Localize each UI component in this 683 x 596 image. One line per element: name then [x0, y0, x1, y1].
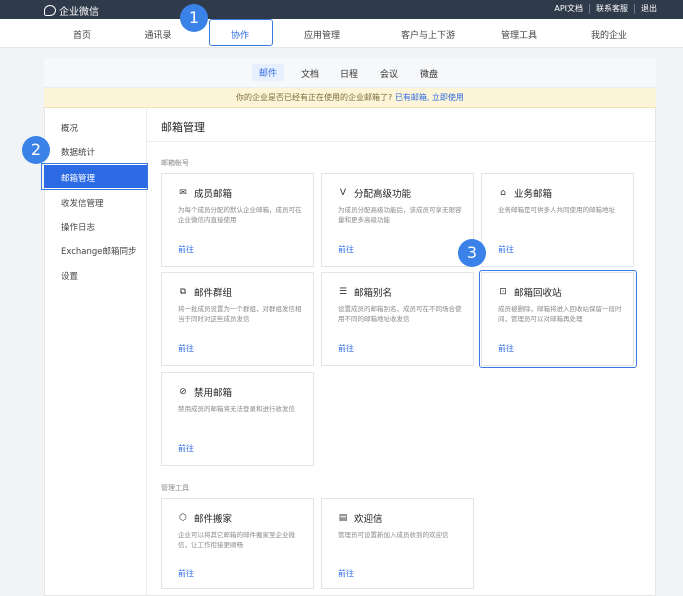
card-welcome-letter[interactable]: ▤ 欢迎信 管理员可设置新加入成员收到的欢迎信 前往 — [321, 498, 474, 589]
brand-logo[interactable]: 企业微信 — [44, 3, 99, 18]
sidebar-item-send-receive[interactable]: 收发信管理 — [61, 197, 104, 209]
group-icon: ⧉ — [179, 287, 187, 297]
card-go-link[interactable]: 前往 — [178, 443, 194, 454]
section-label-accounts: 邮箱帐号 — [161, 159, 189, 167]
card-go-link[interactable]: 前往 — [338, 244, 354, 255]
envelope-icon: ✉ — [179, 188, 187, 198]
card-desc: 企业可以将其它邮箱的邮件搬家至企业微信，让工作衔接更顺畅 — [178, 531, 295, 549]
card-go-link[interactable]: 前往 — [498, 244, 514, 255]
main-nav: 首页 通讯录 协作 应用管理 客户与上下游 管理工具 我的企业 — [0, 19, 683, 48]
page-title: 邮箱管理 — [161, 121, 205, 134]
nav-admin-tools[interactable]: 管理工具 — [479, 28, 559, 41]
card-title: 分配高级功能 — [354, 189, 412, 200]
move-icon: ⬡ — [179, 513, 187, 523]
subnav-docs[interactable]: 文档 — [301, 67, 319, 80]
card-mailbox-alias[interactable]: ☰ 邮箱别名 设置成员的邮箱别名，成员可在不同场合使用不同的邮箱地址收发信 前往 — [321, 272, 474, 366]
card-disable-mailbox[interactable]: ⊘ 禁用邮箱 禁用成员的邮箱将无法登录和进行收发信 前往 — [161, 372, 314, 466]
card-title: 禁用邮箱 — [194, 388, 233, 399]
top-links: API文档 联系客服 退出 — [548, 4, 663, 14]
card-title: 业务邮箱 — [514, 189, 553, 200]
sidebar-item-statistics[interactable]: 数据统计 — [61, 146, 95, 158]
section-label-tools: 管理工具 — [161, 484, 189, 492]
logout-link[interactable]: 退出 — [634, 4, 663, 14]
card-desc: 设置成员的邮箱别名，成员可在不同场合使用不同的邮箱地址收发信 — [338, 305, 462, 323]
nav-customers[interactable]: 客户与上下游 — [380, 28, 476, 41]
card-desc: 管理员可设置新加入成员收到的欢迎信 — [338, 531, 449, 539]
card-title: 成员邮箱 — [194, 189, 233, 200]
brand-name: 企业微信 — [59, 7, 99, 18]
sidebar-item-settings[interactable]: 设置 — [61, 270, 78, 282]
notice-banner: 你的企业是否已经有正在使用的企业邮箱了? 已有邮箱, 立即使用 — [44, 88, 656, 108]
notice-text: 你的企业是否已经有正在使用的企业邮箱了? — [236, 93, 393, 102]
sidebar-active-highlight — [41, 163, 148, 190]
step-badge-2: 2 — [22, 136, 50, 164]
step-badge-3: 3 — [458, 239, 486, 267]
sidebar-item-overview[interactable]: 概况 — [61, 122, 78, 134]
card-desc: 将一批成员设置为一个群组，对群组发信相当于同时对这些成员发信 — [178, 305, 302, 323]
card-desc: 为成员分配高级功能后，该成员可享无限容量和更多高级功能 — [338, 206, 462, 224]
vip-icon: V — [339, 188, 347, 198]
card-mail-group[interactable]: ⧉ 邮件群组 将一批成员设置为一个群组，对群组发信相当于同时对这些成员发信 前往 — [161, 272, 314, 366]
card-go-link[interactable]: 前往 — [338, 343, 354, 354]
card-mail-migration[interactable]: ⬡ 邮件搬家 企业可以将其它邮箱的邮件搬家至企业微信，让工作衔接更顺畅 前往 — [161, 498, 314, 589]
subnav-calendar[interactable]: 日程 — [340, 67, 358, 80]
top-bar: 企业微信 API文档 联系客服 退出 — [0, 0, 683, 19]
sidebar-item-exchange[interactable]: Exchange邮箱同步 — [61, 245, 137, 257]
sub-nav: 邮件 文档 日程 会议 微盘 — [44, 58, 656, 88]
card-go-link[interactable]: 前往 — [338, 568, 354, 579]
welcome-icon: ▤ — [338, 513, 348, 523]
nav-my-company[interactable]: 我的企业 — [569, 28, 649, 41]
card-go-link[interactable]: 前往 — [178, 343, 194, 354]
card-member-mailbox[interactable]: ✉ 成员邮箱 为每个成员分配的默认企业邮箱，成员可在企业微信内直接使用 前往 — [161, 173, 314, 267]
contact-support-link[interactable]: 联系客服 — [589, 4, 634, 14]
card-go-link[interactable]: 前往 — [178, 244, 194, 255]
card-title: 邮件群组 — [194, 288, 233, 299]
recycle-bin-highlight — [479, 270, 637, 368]
alias-icon: ☰ — [338, 287, 348, 297]
subnav-meeting[interactable]: 会议 — [380, 67, 398, 80]
card-title: 邮件搬家 — [194, 514, 233, 525]
card-desc: 为每个成员分配的默认企业邮箱，成员可在企业微信内直接使用 — [178, 206, 302, 224]
step-badge-1: 1 — [180, 4, 208, 32]
nav-app-management[interactable]: 应用管理 — [282, 28, 362, 41]
card-title: 邮箱别名 — [354, 288, 393, 299]
card-title: 欢迎信 — [354, 514, 383, 525]
nav-collaboration-highlight — [209, 19, 273, 46]
ban-icon: ⊘ — [179, 387, 187, 397]
nav-home[interactable]: 首页 — [42, 28, 122, 41]
card-desc: 业务邮箱是可供多人共同使用的邮箱地址 — [498, 206, 615, 214]
wecom-logo-icon — [44, 5, 56, 16]
card-business-mailbox[interactable]: ⌂ 业务邮箱 业务邮箱是可供多人共同使用的邮箱地址 前往 — [481, 173, 634, 267]
card-advanced-features[interactable]: V 分配高级功能 为成员分配高级功能后，该成员可享无限容量和更多高级功能 前往 — [321, 173, 474, 267]
card-desc: 禁用成员的邮箱将无法登录和进行收发信 — [178, 405, 295, 413]
subnav-drive[interactable]: 微盘 — [420, 67, 438, 80]
business-icon: ⌂ — [500, 188, 506, 198]
sidebar-item-logs[interactable]: 操作日志 — [61, 221, 95, 233]
card-go-link[interactable]: 前往 — [178, 568, 194, 579]
notice-link[interactable]: 已有邮箱, 立即使用 — [395, 93, 464, 102]
title-divider — [147, 141, 656, 142]
subnav-mail[interactable]: 邮件 — [252, 64, 285, 81]
api-docs-link[interactable]: API文档 — [548, 4, 589, 14]
